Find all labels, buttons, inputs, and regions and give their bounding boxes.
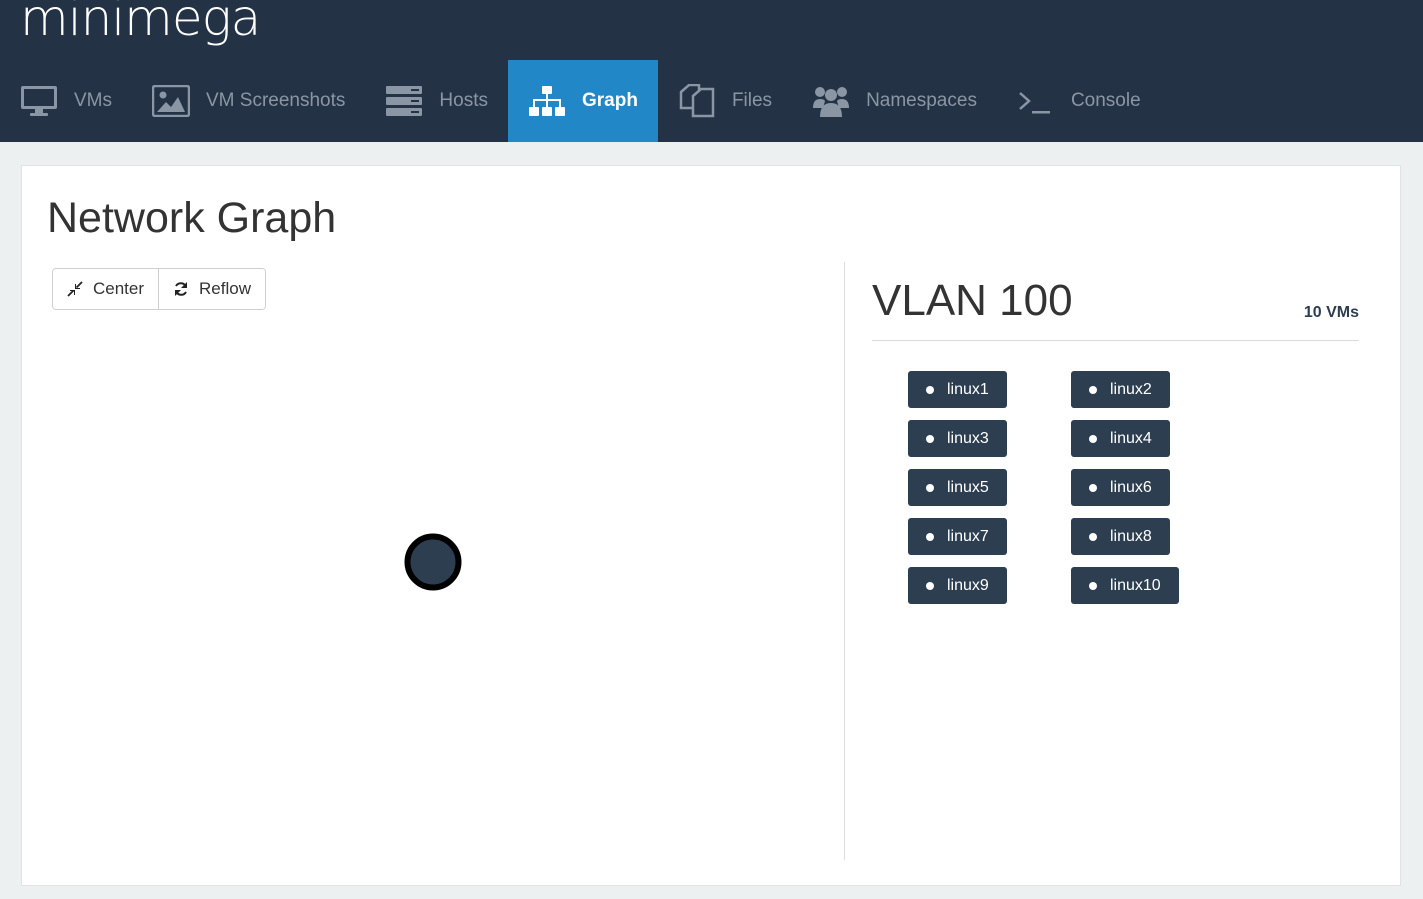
tab-namespaces-label: Namespaces (866, 90, 977, 111)
main-nav: VMs VM Screenshots Hosts Graph Files Nam… (0, 60, 1161, 142)
tab-vms-label: VMs (74, 90, 112, 111)
tab-vm-screenshots[interactable]: VM Screenshots (132, 60, 365, 142)
vm-item-label: linux4 (1110, 429, 1152, 447)
users-icon (812, 84, 850, 118)
tab-graph-label: Graph (581, 90, 638, 111)
vm-item[interactable]: linux10 (1071, 567, 1179, 604)
files-icon (678, 84, 716, 118)
page-title: Network Graph (47, 194, 337, 242)
vm-item-label: linux6 (1110, 478, 1152, 496)
vm-status-dot-icon (1089, 385, 1097, 394)
image-icon (152, 84, 190, 118)
vm-status-dot-icon (926, 581, 934, 590)
top-bar: minimega VMs VM Screenshots Hosts Graph (0, 0, 1423, 142)
tab-namespaces[interactable]: Namespaces (792, 60, 997, 142)
sitemap-icon (528, 84, 566, 118)
vm-item-label: linux8 (1110, 527, 1152, 545)
tab-console[interactable]: Console (997, 60, 1161, 142)
center-button[interactable]: Center (53, 269, 159, 309)
tab-console-label: Console (1070, 90, 1141, 111)
vm-count: 10 VMs (1303, 304, 1359, 321)
vm-status-dot-icon (1089, 581, 1097, 590)
vlan-detail: VLAN 100 10 VMs linux1 linux2 linux3 linux4… (872, 276, 1359, 604)
terminal-icon (1017, 84, 1055, 118)
vm-list: linux1 linux2 linux3 linux4 linux5 linux6 linu… (908, 371, 1234, 604)
vm-item-label: linux3 (947, 429, 989, 447)
vm-status-dot-icon (926, 434, 934, 443)
monitor-icon (20, 84, 58, 118)
tab-files[interactable]: Files (658, 60, 792, 142)
vm-item-label: linux1 (947, 380, 989, 398)
network-graph-canvas[interactable] (42, 316, 842, 866)
tab-hosts[interactable]: Hosts (365, 60, 508, 142)
vm-item[interactable]: linux5 (908, 469, 1007, 506)
vm-item-label: linux7 (947, 527, 989, 545)
server-icon (385, 84, 423, 118)
refresh-icon (173, 281, 189, 297)
vm-item[interactable]: linux9 (908, 567, 1007, 604)
vm-item-label: linux10 (1110, 576, 1161, 594)
vm-item[interactable]: linux3 (908, 420, 1007, 457)
reflow-button[interactable]: Reflow (158, 269, 265, 309)
tab-hosts-label: Hosts (439, 90, 488, 111)
vm-status-dot-icon (1089, 532, 1097, 541)
center-button-label: Center (93, 279, 145, 298)
vm-item-label: linux5 (947, 478, 989, 496)
reflow-button-label: Reflow (199, 279, 251, 298)
vm-status-dot-icon (1089, 483, 1097, 492)
vm-status-dot-icon (1089, 434, 1097, 443)
vm-item[interactable]: linux2 (1071, 371, 1170, 408)
vm-item[interactable]: linux7 (908, 518, 1007, 555)
network-graph-svg (404, 533, 462, 591)
graph-toolbar: Center Reflow (52, 268, 266, 310)
vlan-title: VLAN 100 (872, 276, 1073, 325)
app-logo[interactable]: minimega (20, 0, 261, 48)
vm-status-dot-icon (926, 483, 934, 492)
panel-divider (844, 262, 845, 860)
compress-icon (67, 281, 83, 297)
tab-vms[interactable]: VMs (0, 60, 132, 142)
vm-item-label: linux9 (947, 576, 989, 594)
vm-item[interactable]: linux4 (1071, 420, 1170, 457)
vm-item[interactable]: linux6 (1071, 469, 1170, 506)
graph-panel: Network Graph Center Reflow VLAN 100 10 … (21, 165, 1401, 886)
vm-status-dot-icon (926, 385, 934, 394)
vm-item[interactable]: linux8 (1071, 518, 1170, 555)
tab-files-label: Files (731, 90, 773, 111)
vm-status-dot-icon (926, 532, 934, 541)
tab-vm-screenshots-label: VM Screenshots (206, 90, 346, 111)
vm-item-label: linux2 (1110, 380, 1152, 398)
vm-item[interactable]: linux1 (908, 371, 1007, 408)
vlan-node[interactable] (404, 533, 462, 591)
tab-graph[interactable]: Graph (507, 60, 658, 142)
vlan-header: VLAN 100 10 VMs (872, 276, 1359, 341)
